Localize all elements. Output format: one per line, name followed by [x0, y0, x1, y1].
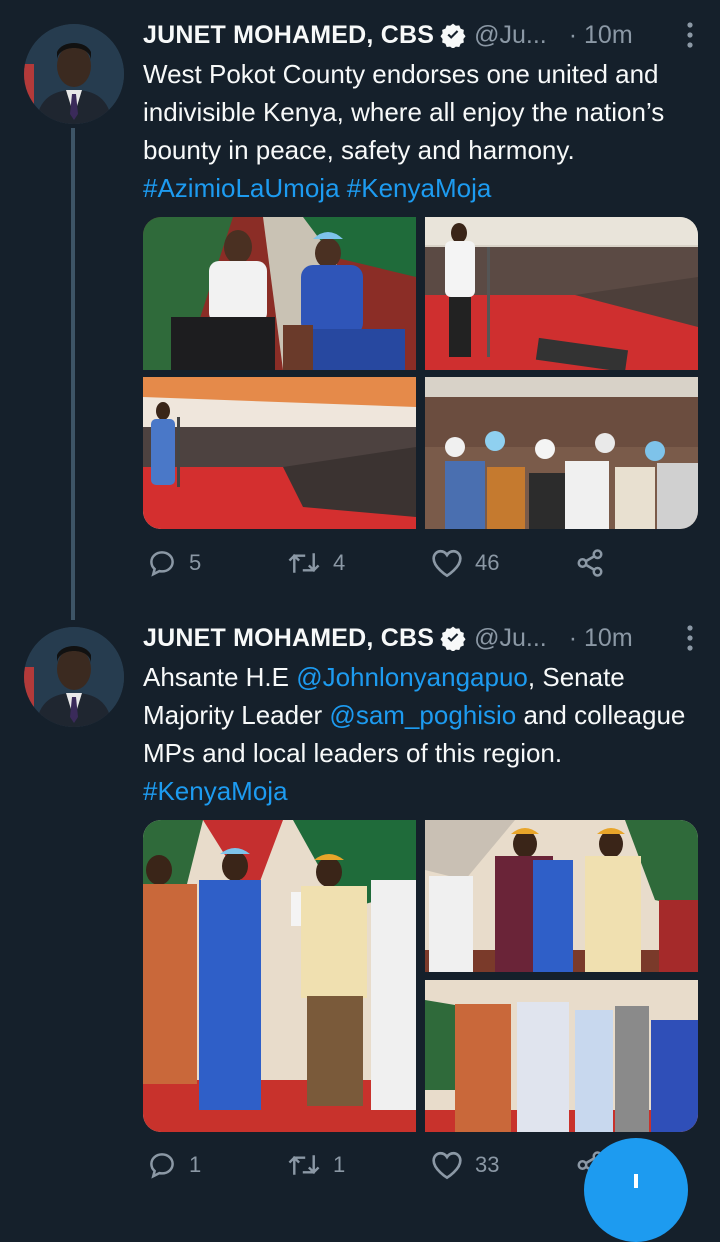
retweet-count: 4: [333, 550, 346, 575]
tweet-text: West Pokot County endorses one united an…: [143, 55, 693, 207]
tweet-header: JUNET MOHAMED, CBS @Ju... · 10m: [143, 18, 695, 52]
tweet-actions: 5 4 46: [143, 548, 623, 588]
reply-count: 5: [189, 550, 202, 575]
tweet-timestamp[interactable]: · 10m: [569, 21, 633, 50]
retweet-icon: [288, 553, 320, 573]
author-avatar[interactable]: [24, 24, 124, 124]
media-photo-2[interactable]: [425, 217, 698, 370]
reply-count: 1: [189, 1152, 202, 1177]
media-photo-1[interactable]: [143, 820, 416, 1132]
media-grid: [143, 217, 698, 529]
author-avatar[interactable]: [24, 627, 124, 727]
tweet-timestamp[interactable]: · 10m: [569, 624, 633, 653]
tweet-text-segment: Ahsante H.E: [143, 662, 297, 692]
hashtag-link[interactable]: #AzimioLaUmoja: [143, 173, 340, 203]
tweet-header: JUNET MOHAMED, CBS @Ju... · 10m: [143, 621, 695, 655]
media-photo-4[interactable]: [425, 377, 698, 529]
tweet-text-segment: West Pokot County endorses one united an…: [143, 59, 665, 165]
media-grid: [143, 820, 698, 1132]
compose-plus-icon: [634, 1174, 638, 1188]
author-handle[interactable]: @Ju...: [474, 21, 547, 50]
tweet-text-segment: [340, 173, 347, 203]
mention-link[interactable]: @Johnlonyangapuo: [296, 662, 528, 692]
retweet-icon: [288, 1155, 320, 1175]
thread-connector-line: [71, 128, 75, 620]
hashtag-link[interactable]: #KenyaMoja: [143, 776, 288, 806]
reply-icon: [150, 551, 174, 577]
heart-icon: [432, 549, 462, 578]
like-button[interactable]: 46: [431, 548, 499, 578]
like-count: 46: [475, 550, 500, 575]
share-icon: [577, 549, 603, 577]
media-photo-3[interactable]: [425, 980, 698, 1132]
author-name[interactable]: JUNET MOHAMED, CBS: [143, 624, 434, 653]
media-photo-1[interactable]: [143, 217, 416, 370]
like-count: 33: [475, 1152, 500, 1177]
retweet-button[interactable]: 4: [287, 548, 345, 578]
more-options-icon[interactable]: [685, 623, 695, 653]
tweet-text: Ahsante H.E @Johnlonyangapuo, Senate Maj…: [143, 658, 693, 810]
author-handle[interactable]: @Ju...: [474, 624, 547, 653]
heart-icon: [432, 1151, 462, 1180]
more-options-icon[interactable]: [685, 20, 695, 50]
hashtag-link[interactable]: #KenyaMoja: [347, 173, 492, 203]
reply-button[interactable]: 1: [147, 1150, 201, 1180]
reply-icon: [150, 1153, 174, 1179]
media-photo-2[interactable]: [425, 820, 698, 972]
tweet-actions: 1 1 33: [143, 1150, 623, 1190]
author-name[interactable]: JUNET MOHAMED, CBS: [143, 21, 434, 50]
compose-tweet-button[interactable]: [584, 1138, 688, 1242]
share-button[interactable]: [575, 548, 605, 578]
like-button[interactable]: 33: [431, 1150, 499, 1180]
mention-link[interactable]: @sam_poghisio: [329, 700, 516, 730]
retweet-button[interactable]: 1: [287, 1150, 345, 1180]
media-photo-3[interactable]: [143, 377, 416, 529]
verified-badge-icon: [440, 626, 466, 651]
retweet-count: 1: [333, 1152, 346, 1177]
verified-badge-icon: [440, 23, 466, 48]
reply-button[interactable]: 5: [147, 548, 201, 578]
